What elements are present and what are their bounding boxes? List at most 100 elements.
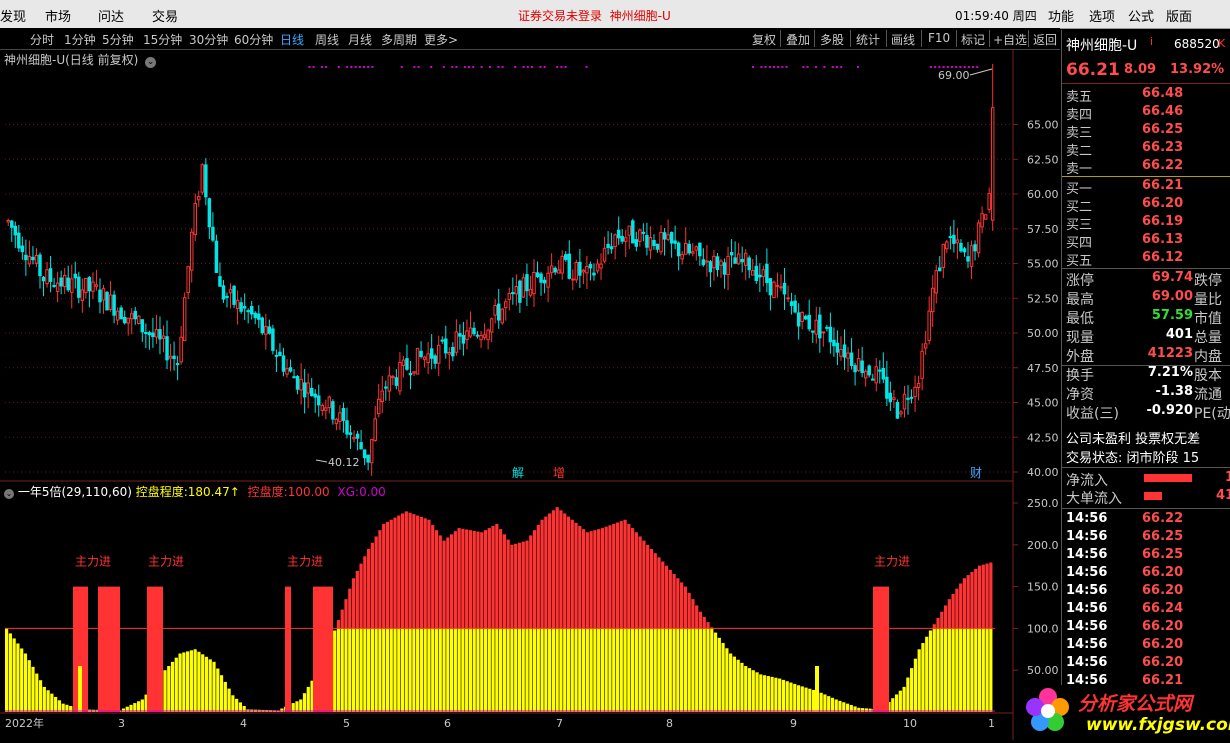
trade-login-status: 证券交易未登录 神州细胞-U <box>518 9 671 23</box>
indicator-bar-red <box>544 516 548 629</box>
tab-60min[interactable]: 60分钟 <box>234 31 273 48</box>
buy-level-row[interactable]: 买一 66.21 <box>1062 178 1230 197</box>
candle-body <box>211 226 215 241</box>
candle-body <box>796 312 801 327</box>
candle-body <box>990 107 995 221</box>
buy-level-row[interactable]: 买二 66.20 <box>1062 196 1230 215</box>
indicator-bar-red <box>691 599 695 629</box>
indicator-bar-red <box>393 517 397 629</box>
indicator-bar-yellow <box>940 628 944 712</box>
candle-body <box>193 202 197 235</box>
buy-level-row[interactable]: 买四 66.13 <box>1062 232 1230 251</box>
chevron-down-icon[interactable]: ⌄ <box>4 489 14 499</box>
tick-price: 66.20 <box>1142 655 1184 670</box>
indicator-bar-yellow <box>668 628 672 712</box>
event-marker: 解 <box>512 466 524 480</box>
btn-draw[interactable]: 画线 <box>891 31 915 48</box>
indicator-bar-yellow <box>78 666 82 712</box>
signal-dot <box>967 66 970 68</box>
candle-body <box>306 382 310 394</box>
indicator-bar-yellow <box>581 628 586 712</box>
signal-dot <box>358 66 361 68</box>
signal-dot <box>760 66 763 68</box>
tab-15min[interactable]: 15分钟 <box>143 31 182 48</box>
candle-body <box>892 397 896 400</box>
indicator-bar-yellow <box>382 628 386 712</box>
tab-1min[interactable]: 1分钟 <box>64 31 96 48</box>
candle-body <box>549 265 554 274</box>
chevron-down-icon[interactable]: ⌄ <box>145 57 157 68</box>
btn-back[interactable]: 返回 <box>1033 31 1057 48</box>
btn-f10[interactable]: F10 <box>928 31 950 45</box>
btn-add-watchlist[interactable]: +自选 <box>993 31 1027 48</box>
info-icon[interactable]: i <box>1150 35 1153 48</box>
main-force-label: 主力进 <box>75 555 111 569</box>
indicator-bar-red <box>400 513 405 629</box>
tick-row: 14:56 66.20 <box>1062 583 1230 601</box>
menu-options[interactable]: 选项 <box>1089 6 1115 25</box>
btn-stats[interactable]: 统计 <box>856 31 880 48</box>
main-force-block <box>873 586 889 712</box>
tab-30min[interactable]: 30分钟 <box>189 31 228 48</box>
separator <box>989 30 990 47</box>
candle-body <box>571 278 575 281</box>
candle-body <box>433 355 437 364</box>
indicator-bar-yellow <box>649 628 654 712</box>
btn-overlay[interactable]: 叠加 <box>786 31 810 48</box>
sell-level-row[interactable]: 卖四 66.46 <box>1062 104 1230 123</box>
kline-chart[interactable]: 69.0040.12解增财 主力进 主力进 主力进 主力进 65.0062.5060.… <box>0 50 1060 740</box>
candle-body <box>197 196 201 201</box>
sell-level-row[interactable]: 卖三 66.25 <box>1062 122 1230 141</box>
menu-formula[interactable]: 公式 <box>1128 6 1154 25</box>
tick-price: 66.25 <box>1142 529 1184 544</box>
indicator-name[interactable]: 一年5倍(29,110,60) <box>18 485 132 499</box>
candle-body <box>814 319 819 335</box>
indicator-bar-yellow <box>536 628 540 712</box>
indicator-bar-red <box>510 544 514 629</box>
indicator-bar-red <box>936 617 940 629</box>
tab-multi-period[interactable]: 多周期 <box>381 31 417 48</box>
menu-wenda[interactable]: 问达 <box>98 6 124 25</box>
tick-price: 66.20 <box>1142 637 1184 652</box>
indicator-bar-yellow <box>348 628 352 712</box>
tab-daily[interactable]: 日线 <box>280 31 304 48</box>
buy-level-price: 66.20 <box>1142 196 1184 211</box>
sell-level-row[interactable]: 卖五 66.48 <box>1062 86 1230 105</box>
candle-body <box>112 294 116 316</box>
candle-body <box>736 253 741 265</box>
menu-trade[interactable]: 交易 <box>152 6 178 25</box>
menu-discover[interactable]: 发现 <box>0 6 26 25</box>
signal-dot <box>325 66 328 68</box>
candle-body <box>59 277 63 287</box>
tick-time: 14:56 <box>1066 619 1108 634</box>
tick-row: 14:56 66.20 <box>1062 565 1230 583</box>
indicator-bar-yellow <box>525 628 529 712</box>
candle-body <box>468 327 473 337</box>
buy-level-row[interactable]: 买三 66.19 <box>1062 214 1230 233</box>
btn-adjust[interactable]: 复权 <box>752 31 776 48</box>
menu-function[interactable]: 功能 <box>1048 6 1074 25</box>
candle-body <box>747 257 751 271</box>
indicator-bar-yellow <box>408 628 412 712</box>
tab-weekly[interactable]: 周线 <box>315 31 339 48</box>
indicator-bar-yellow <box>434 628 439 712</box>
tab-more[interactable]: 更多> <box>424 31 458 48</box>
indicator-bar-yellow <box>38 680 43 712</box>
tab-timeshare[interactable]: 分时 <box>30 31 54 48</box>
menu-market[interactable]: 市场 <box>45 6 71 25</box>
sell-level-row[interactable]: 卖一 66.22 <box>1062 158 1230 177</box>
menu-layout[interactable]: 版面 <box>1166 6 1192 25</box>
stat-label: 换手 <box>1066 368 1094 384</box>
candle-body <box>320 404 325 411</box>
buy-level-row[interactable]: 买五 66.12 <box>1062 250 1230 269</box>
btn-multi-stock[interactable]: 多股 <box>820 31 844 48</box>
btn-mark[interactable]: 标记 <box>961 31 985 48</box>
indicator-bar-red <box>672 574 676 629</box>
candle-body <box>768 278 773 296</box>
candle-body <box>384 386 388 389</box>
tab-monthly[interactable]: 月线 <box>348 31 372 48</box>
logo-title: 分析家公式网 <box>1078 693 1193 715</box>
candle-body <box>401 359 406 366</box>
sell-level-row[interactable]: 卖二 66.23 <box>1062 140 1230 159</box>
tab-5min[interactable]: 5分钟 <box>102 31 134 48</box>
